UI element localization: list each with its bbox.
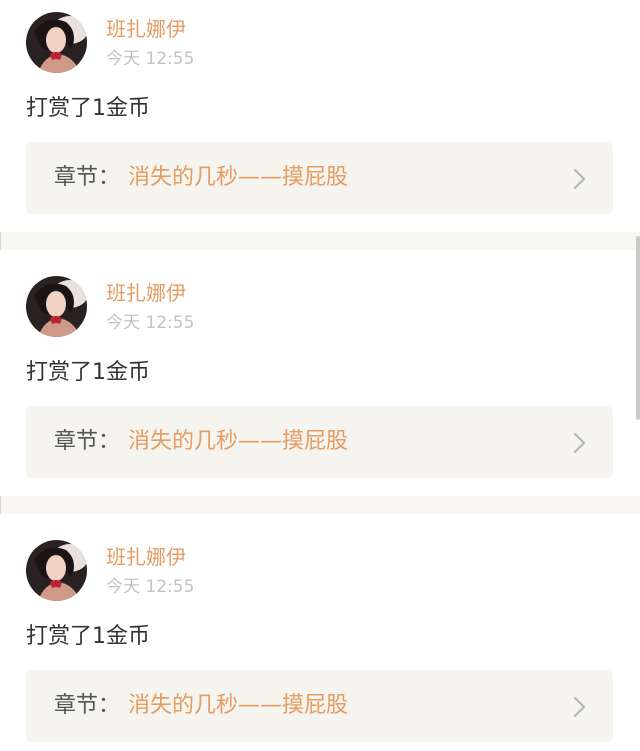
- username[interactable]: 班扎娜伊: [106, 17, 186, 41]
- reward-message: 打赏了1金币: [26, 360, 150, 385]
- chapter-label: 章节：: [54, 165, 121, 190]
- chapter-label: 章节：: [54, 429, 121, 454]
- chapter-title: 消失的几秒——摸屁股: [128, 429, 349, 454]
- scrollbar[interactable]: [636, 236, 640, 420]
- timestamp: 今天 12:55: [106, 577, 195, 597]
- timestamp: 今天 12:55: [106, 313, 195, 333]
- timestamp: 今天 12:55: [106, 49, 195, 69]
- username[interactable]: 班扎娜伊: [106, 545, 186, 569]
- user-avatar-icon[interactable]: [26, 12, 87, 73]
- chevron-right-icon: [573, 168, 586, 190]
- reward-message: 打赏了1金币: [26, 96, 150, 121]
- reward-message: 打赏了1金币: [26, 624, 150, 649]
- user-avatar-icon[interactable]: [26, 276, 87, 337]
- chapter-link[interactable]: 章节： 消失的几秒——摸屁股: [26, 142, 613, 214]
- username[interactable]: 班扎娜伊: [106, 281, 186, 305]
- reward-item: 班扎娜伊 今天 12:55 打赏了1金币 章节： 消失的几秒——摸屁股: [0, 250, 640, 496]
- chapter-title: 消失的几秒——摸屁股: [128, 165, 349, 190]
- reward-item: 班扎娜伊 今天 12:55 打赏了1金币 章节： 消失的几秒——摸屁股: [0, 0, 640, 232]
- chapter-link[interactable]: 章节： 消失的几秒——摸屁股: [26, 406, 613, 478]
- chapter-label: 章节：: [54, 693, 121, 718]
- chapter-title: 消失的几秒——摸屁股: [128, 693, 349, 718]
- chevron-right-icon: [573, 696, 586, 718]
- reward-feed: 班扎娜伊 今天 12:55 打赏了1金币 章节： 消失的几秒——摸屁股 班扎娜伊…: [0, 0, 640, 751]
- reward-item: 班扎娜伊 今天 12:55 打赏了1金币 章节： 消失的几秒——摸屁股: [0, 514, 640, 751]
- chevron-right-icon: [573, 432, 586, 454]
- chapter-link[interactable]: 章节： 消失的几秒——摸屁股: [26, 670, 613, 742]
- user-avatar-icon[interactable]: [26, 540, 87, 601]
